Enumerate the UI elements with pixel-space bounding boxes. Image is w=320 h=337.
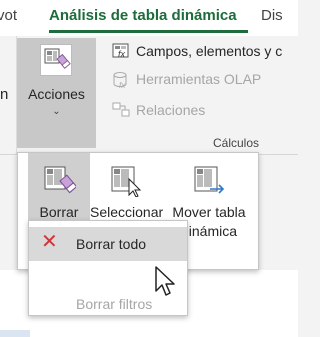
actions-icon [40,44,72,76]
fields-items-sets-label: Campos, elementos y c [136,43,283,59]
clear-filters-label: Borrar filtros [76,296,153,312]
tab-partial-right[interactable]: Dis [261,6,283,26]
ribbon-tab-strip: vot Análisis de tabla dinámica Dis [0,0,298,36]
tab-pivot-analyze[interactable]: Análisis de tabla dinámica [49,6,237,26]
svg-text:fx: fx [118,49,126,59]
mouse-cursor-icon [154,265,180,299]
tab-partial-left[interactable]: vot [0,6,17,26]
relationships-label: Relaciones [136,102,206,118]
chevron-down-icon: ⌄ [52,106,61,117]
actions-label: Acciones [28,86,85,102]
move-pivot-table-icon [192,163,226,197]
clear-x-icon: ✕ [41,231,58,253]
active-tab-underline [49,30,248,33]
ribbon: n Acciones ⌄ fx Campos, elementos y c fx… [0,36,298,155]
select-icon [109,163,143,198]
svg-text:fx: fx [119,81,126,89]
clear-all-menu-item[interactable]: ✕ Borrar todo [29,227,187,261]
fields-items-sets-icon: fx [112,43,130,59]
worksheet-selected-cell[interactable] [0,330,30,337]
clear-icon [42,163,78,197]
calculations-group-label: Cálculos [213,136,260,150]
relationships-icon [112,102,130,118]
olap-tools-icon: fx [112,71,130,90]
clear-all-label: Borrar todo [76,236,147,252]
actions-button[interactable]: Acciones ⌄ [17,38,96,148]
olap-tools-label: Herramientas OLAP [136,71,262,87]
ribbon-partial-label: n [0,86,9,103]
